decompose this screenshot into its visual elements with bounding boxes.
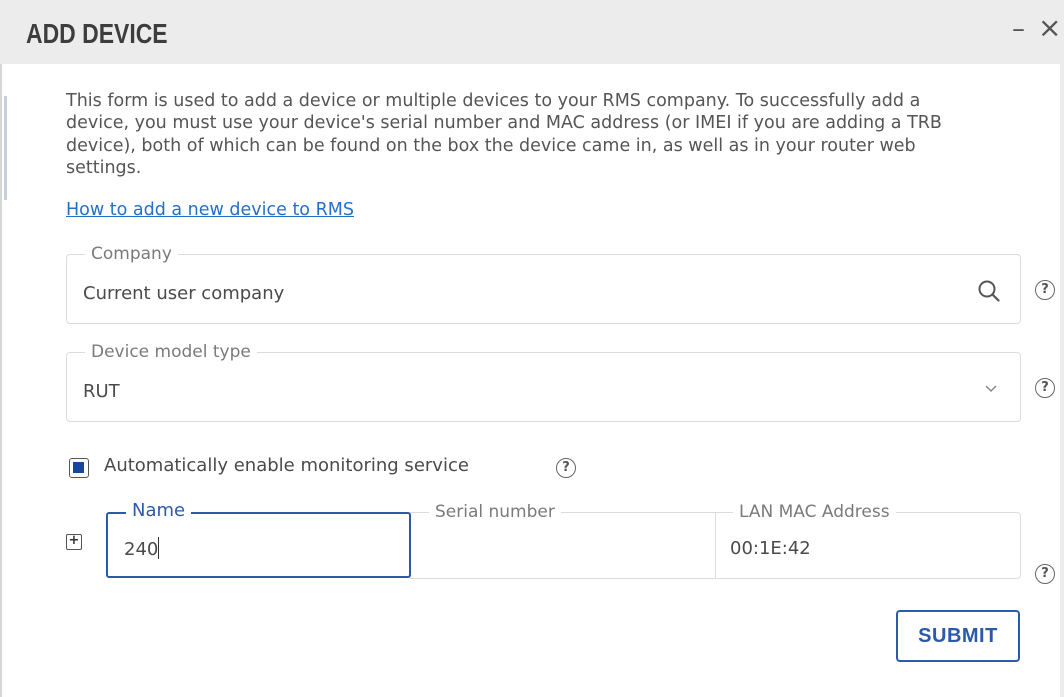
name-label: Name [126, 500, 192, 522]
left-border [0, 64, 2, 697]
monitoring-help-icon[interactable]: ? [556, 458, 576, 478]
monitoring-checkbox[interactable] [69, 458, 89, 478]
text-cursor [158, 537, 160, 559]
serial-number-input[interactable] [412, 525, 716, 577]
monitoring-label: Automatically enable monitoring service [104, 455, 469, 476]
company-label: Company [85, 243, 178, 265]
add-row-button[interactable]: + [66, 534, 82, 550]
dialog-header: ADD DEVICE – × [0, 0, 1064, 64]
name-input[interactable]: Name 240 [106, 500, 411, 578]
left-accent-bar [4, 96, 7, 200]
mac-address-input[interactable]: 00:1E:42 [718, 525, 1018, 577]
chevron-down-icon[interactable] [985, 385, 997, 393]
device-model-help-icon[interactable]: ? [1035, 378, 1055, 398]
device-model-label: Device model type [85, 341, 257, 363]
mac-address-value: 00:1E:42 [730, 538, 811, 559]
submit-button[interactable]: SUBMIT [896, 610, 1020, 662]
company-field[interactable]: Company Current user company [66, 243, 1021, 324]
form-description: This form is used to add a device or mul… [66, 91, 942, 179]
company-help-icon[interactable]: ? [1035, 280, 1055, 300]
device-model-select[interactable]: Device model type RUT [66, 341, 1021, 422]
dialog-title: ADD DEVICE [26, 18, 168, 49]
close-button[interactable]: × [1038, 14, 1061, 42]
serial-number-label: Serial number [429, 501, 561, 523]
device-row-help-icon[interactable]: ? [1035, 564, 1055, 584]
help-link[interactable]: How to add a new device to RMS [66, 200, 354, 220]
search-icon[interactable] [977, 279, 1001, 303]
mac-address-label: LAN MAC Address [733, 501, 896, 523]
name-value-text: 240 [124, 539, 159, 560]
name-value: 240 [124, 537, 160, 561]
minimize-button[interactable]: – [1012, 16, 1025, 42]
company-value: Current user company [83, 283, 285, 304]
right-border [1060, 64, 1064, 697]
device-model-value: RUT [83, 381, 120, 402]
